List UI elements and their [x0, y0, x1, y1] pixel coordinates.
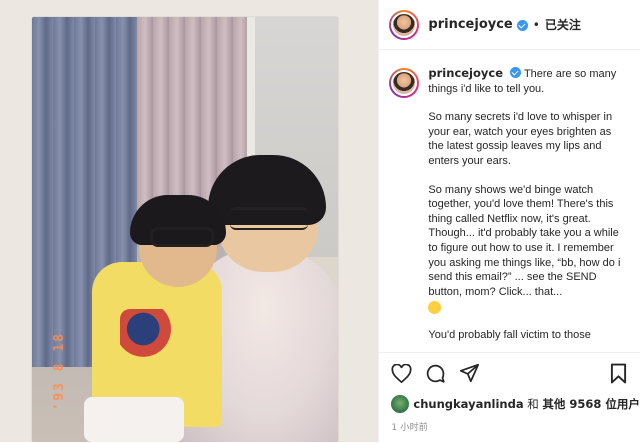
child-glasses: [150, 227, 214, 247]
likes-and: 和: [527, 397, 539, 411]
post-timestamp[interactable]: 1 小时前: [379, 413, 640, 433]
verified-badge-icon: [516, 20, 528, 31]
bookmark-icon[interactable]: [606, 361, 630, 385]
following-button[interactable]: 已关注: [545, 16, 581, 33]
caption-verified-badge-icon: [510, 67, 522, 78]
share-icon[interactable]: [457, 361, 481, 385]
author-username[interactable]: princejoyce: [428, 17, 512, 32]
caption-author-avatar[interactable]: [389, 68, 420, 98]
liker-avatar[interactable]: [391, 395, 410, 413]
likes-summary: chungkayanlinda 和 其他 9568 位用户 赞了: [379, 385, 640, 413]
post-viewer: '93 8 18 princejoyce • 已关注 princejoyce T…: [0, 0, 640, 442]
likes-text: chungkayanlinda 和 其他 9568 位用户 赞了: [413, 396, 640, 412]
liker-username[interactable]: chungkayanlinda: [413, 397, 523, 411]
child-shorts: [84, 397, 184, 442]
likes-others-link[interactable]: 其他 9568 位用户: [542, 397, 640, 411]
action-icons-row: [379, 353, 640, 385]
caption-paragraph-4: You'd probably fall victim to those: [428, 329, 591, 342]
mother-glasses: [230, 207, 308, 230]
photo-date-stamp: '93 8 18: [52, 332, 67, 411]
caption-username[interactable]: princejoyce: [428, 66, 503, 80]
shirt-print: [120, 309, 178, 359]
post-actions: chungkayanlinda 和 其他 9568 位用户 赞了 1 小时前: [379, 352, 640, 443]
caption-paragraph-3: So many shows we'd binge watch together,…: [428, 183, 621, 298]
post-photo: '93 8 18: [32, 17, 338, 442]
comment-icon[interactable]: [423, 361, 447, 385]
caption-paragraph-2: So many secrets i'd love to whisper in y…: [428, 111, 613, 167]
post-media[interactable]: '93 8 18: [0, 0, 379, 442]
heart-icon[interactable]: [389, 361, 413, 385]
post-caption: princejoyce There are so many things i'd…: [389, 66, 634, 352]
post-header: princejoyce • 已关注: [379, 0, 640, 50]
grin-emoji-icon: [428, 301, 442, 315]
post-details-panel: princejoyce • 已关注 princejoyce There are …: [378, 0, 640, 442]
separator-dot: •: [532, 17, 540, 32]
caption-text: princejoyce There are so many things i'd…: [428, 66, 626, 352]
author-avatar[interactable]: [389, 9, 420, 40]
